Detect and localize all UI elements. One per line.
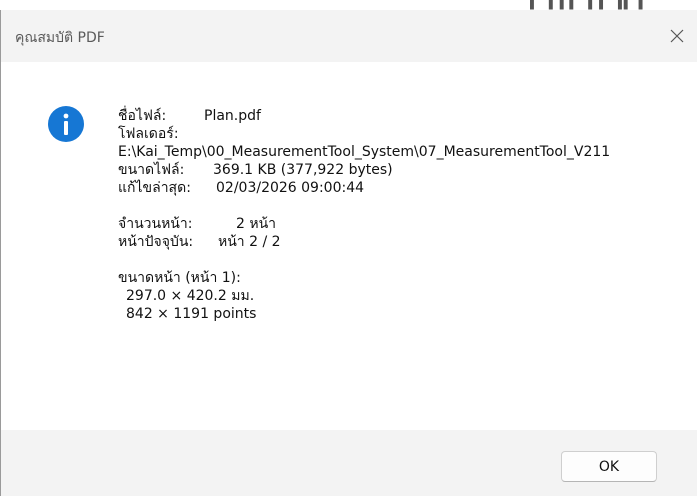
pdf-properties-dialog: คุณสมบัติ PDF ชื่อไฟล์: Plan.pdf โฟลเดอร์… [0, 10, 697, 496]
current-page-row: หน้าปัจจุบัน: หน้า 2 / 2 [118, 233, 678, 251]
current-page-value: หน้า 2 / 2 [218, 234, 281, 250]
modified-label: แก้ไขล่าสุด: [118, 180, 191, 196]
modified-row: แก้ไขล่าสุด: 02/03/2026 09:00:44 [118, 179, 678, 197]
page-size-points: 842 × 1191 points [126, 306, 257, 322]
ok-button[interactable]: OK [561, 451, 657, 482]
current-page-label: หน้าปัจจุบัน: [118, 234, 194, 250]
dialog-titlebar[interactable]: คุณสมบัติ PDF [1, 10, 697, 62]
dialog-footer: OK [1, 430, 697, 496]
file-name-value: Plan.pdf [204, 108, 261, 124]
page-size-mm: 297.0 × 420.2 มม. [126, 288, 255, 304]
file-name-label: ชื่อไฟล์: [118, 108, 167, 124]
info-icon [48, 106, 84, 142]
folder-label: โฟลเดอร์: [118, 126, 179, 142]
file-size-value: 369.1 KB (377,922 bytes) [213, 162, 393, 178]
file-size-row: ขนาดไฟล์: 369.1 KB (377,922 bytes) [118, 161, 678, 179]
page-count-row: จำนวนหน้า: 2 หน้า [118, 215, 678, 233]
file-name-row: ชื่อไฟล์: Plan.pdf [118, 107, 678, 125]
close-icon [670, 29, 684, 43]
dialog-title: คุณสมบัติ PDF [15, 30, 105, 46]
modified-value: 02/03/2026 09:00:44 [216, 180, 365, 196]
dialog-content: ชื่อไฟล์: Plan.pdf โฟลเดอร์: E:\Kai_Temp\… [1, 62, 697, 430]
background-window-strip: ▌ ▐ ▌▌ ▐ ▌ ▐▌ ▌ [0, 0, 698, 10]
properties-text: ชื่อไฟล์: Plan.pdf โฟลเดอร์: E:\Kai_Temp\… [118, 107, 678, 323]
page-count-value: 2 หน้า [236, 216, 277, 232]
folder-value: E:\Kai_Temp\00_MeasurementTool_System\07… [118, 144, 611, 160]
close-button[interactable] [657, 16, 697, 56]
page-size-label: ขนาดหน้า (หน้า 1): [118, 270, 241, 286]
file-size-label: ขนาดไฟล์: [118, 162, 185, 178]
page-count-label: จำนวนหน้า: [118, 216, 193, 232]
background-window-content: ▌ ▐ ▌▌ ▐ ▌ ▐▌ ▌ [530, 0, 649, 10]
